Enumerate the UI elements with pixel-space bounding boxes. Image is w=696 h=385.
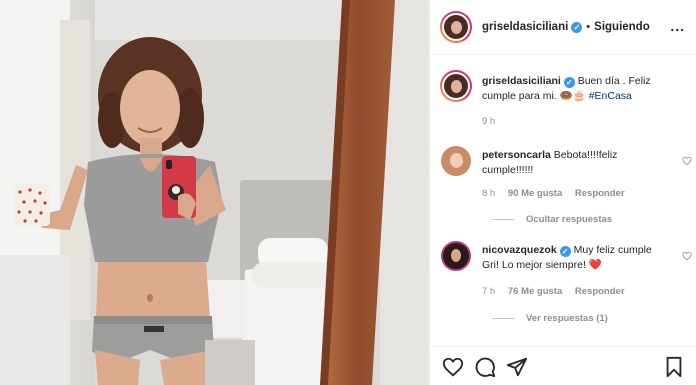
view-replies-button[interactable]: Ver respuestas (1) — [492, 313, 608, 324]
mirror-selfie-image — [0, 0, 429, 385]
comment-row: nicovazquezok ✓ Muy feliz cumple Gri! Lo … — [440, 239, 692, 329]
comment-meta: 7 h 76 Me gusta Responder — [482, 286, 635, 297]
caption-hashtag[interactable]: #EnCasa — [589, 90, 632, 102]
reply-button[interactable]: Responder — [575, 188, 625, 199]
author-avatar[interactable] — [440, 11, 472, 43]
comment-icon[interactable] — [474, 356, 496, 378]
post-side-panel: griseldasiciliani ✓ • Siguiendo ... gris… — [429, 0, 696, 385]
verified-badge-icon: ✓ — [559, 246, 571, 257]
separator-dot: • — [586, 21, 591, 33]
caption-time[interactable]: 9 h — [482, 116, 495, 127]
post-header: griseldasiciliani ✓ • Siguiendo ... — [430, 0, 696, 55]
caption-avatar[interactable] — [440, 70, 472, 102]
comment-time[interactable]: 8 h — [482, 188, 495, 199]
comment-emoji: ❤️ — [588, 259, 602, 271]
caption-body: griseldasiciliani ✓ Buen día . Feliz cump… — [482, 74, 662, 104]
verified-badge-icon: ✓ — [563, 77, 575, 88]
following-button[interactable]: Siguiendo — [594, 21, 650, 33]
thread-line — [492, 317, 514, 319]
comment-meta: 8 h 90 Me gusta Responder — [482, 188, 635, 199]
thread-line — [492, 218, 514, 220]
reply-button[interactable]: Responder — [575, 286, 625, 297]
verified-badge-icon: ✓ — [571, 21, 583, 33]
caption-meta: 9 h — [482, 116, 505, 127]
save-icon[interactable] — [663, 356, 685, 378]
comment-avatar[interactable] — [441, 241, 471, 271]
post-actions-bar — [430, 346, 696, 385]
comment-body: nicovazquezok ✓ Muy feliz cumple Gri! Lo … — [482, 243, 662, 273]
caption-row: griseldasiciliani ✓ Buen día . Feliz cump… — [440, 70, 690, 140]
thread-label: Ocultar respuestas — [526, 214, 613, 225]
share-icon[interactable] — [506, 356, 528, 378]
like-comment-heart-icon[interactable] — [682, 251, 692, 261]
thread-label: Ver respuestas (1) — [526, 313, 608, 324]
heart-icon[interactable] — [442, 356, 464, 378]
comment-username[interactable]: petersoncarla — [482, 149, 551, 161]
author-username[interactable]: griseldasiciliani — [482, 21, 568, 33]
comments-list[interactable]: griseldasiciliani ✓ Buen día . Feliz cump… — [430, 56, 696, 346]
comment-row: petersoncarla Bebota!!!!feliz cumple!!!!… — [440, 144, 692, 234]
caption-username[interactable]: griseldasiciliani — [482, 75, 561, 87]
like-comment-heart-icon[interactable] — [682, 156, 692, 166]
comment-username[interactable]: nicovazquezok — [482, 244, 557, 256]
comment-avatar[interactable] — [441, 146, 471, 176]
comment-time[interactable]: 7 h — [482, 286, 495, 297]
comment-likes[interactable]: 90 Me gusta — [508, 188, 562, 199]
more-options-icon[interactable]: ... — [670, 18, 685, 34]
comment-likes[interactable]: 76 Me gusta — [508, 286, 562, 297]
hide-replies-button[interactable]: Ocultar respuestas — [492, 214, 612, 225]
comment-body: petersoncarla Bebota!!!!feliz cumple!!!!… — [482, 148, 662, 178]
post-photo[interactable] — [0, 0, 429, 385]
caption-emoji: 🍩🎂 — [559, 90, 586, 102]
